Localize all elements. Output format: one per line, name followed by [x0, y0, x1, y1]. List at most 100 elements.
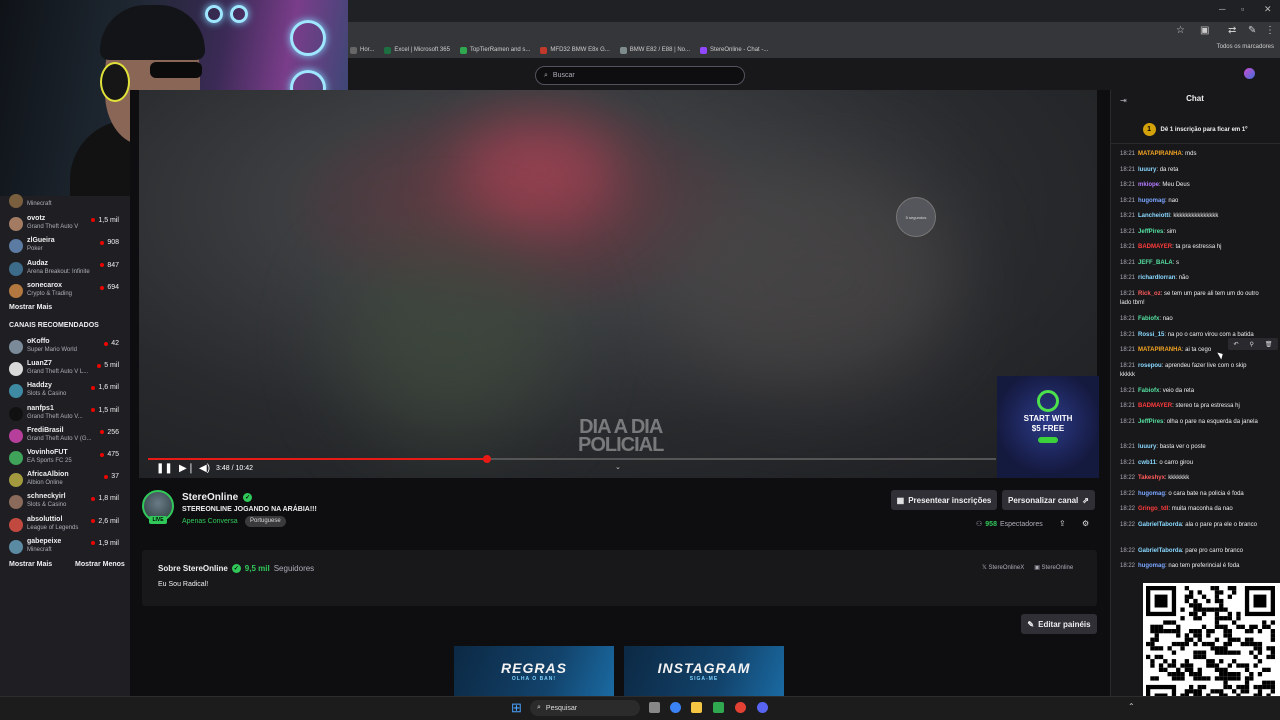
message-user[interactable]: Gringo_tdl — [1138, 506, 1168, 512]
sidebar-channel[interactable]: Haddzy Slots & Casino 1,6 mil — [0, 380, 130, 402]
language-tag[interactable]: Portuguese — [245, 516, 286, 527]
channel-game: Grand Theft Auto V L... — [27, 369, 89, 376]
panel-rules[interactable]: REGRAS OLHA O BAN! — [454, 646, 614, 696]
bookmark-item[interactable]: BMW E82 / E88 | No... — [619, 46, 690, 54]
search-input[interactable]: ⌕ Buscar — [535, 66, 745, 85]
sidebar-channel[interactable]: oKoffo Super Mario World 42 — [0, 336, 130, 358]
sidebar-channel[interactable]: sonecarox Crypto & Trading 694 — [0, 280, 130, 302]
channel-name[interactable]: StereOnline ✓ — [182, 492, 253, 503]
show-more-button[interactable]: Mostrar Mais — [9, 304, 52, 311]
maximize-icon[interactable]: ▫ — [1241, 4, 1244, 14]
menu-dots-icon[interactable]: ⋮ — [1265, 26, 1275, 36]
bookmark-item[interactable]: Hor... — [350, 46, 374, 54]
pause-icon[interactable]: ❚❚ — [156, 463, 173, 474]
message-user[interactable]: cwb11 — [1138, 460, 1156, 466]
message-user[interactable]: BADMAYER — [1138, 403, 1172, 409]
close-window-icon[interactable]: ✕ — [1264, 4, 1272, 15]
file-explorer-icon[interactable] — [691, 702, 702, 713]
message-user[interactable]: Fabiofx — [1138, 316, 1159, 322]
panel-instagram[interactable]: INSTAGRAM SIGA-ME — [624, 646, 784, 696]
delete-icon[interactable]: 🗑 — [1265, 341, 1273, 348]
discord-icon[interactable] — [757, 702, 768, 713]
message-user[interactable]: mkiope — [1138, 182, 1159, 188]
sidebar-channel[interactable]: zlGueira Poker 908 — [0, 235, 130, 257]
message-user[interactable]: GabrielTaborda — [1138, 548, 1182, 554]
taskbar-search[interactable]: ⌕ Pesquisar — [530, 700, 640, 716]
stream-category[interactable]: Apenas Conversa — [182, 518, 238, 525]
message-user[interactable]: BADMAYER — [1138, 244, 1172, 250]
ad-cta-button[interactable] — [1038, 437, 1058, 443]
rgb-fan-icon — [230, 5, 248, 23]
sidebar-channel[interactable]: nanfps1 Grand Theft Auto V... 1,5 mil — [0, 403, 130, 425]
reply-icon[interactable]: ↶ — [1233, 341, 1238, 348]
message-user[interactable]: MATAPIRANHA — [1138, 151, 1182, 157]
message-user[interactable]: Takeshyx — [1138, 475, 1165, 481]
chevron-up-icon[interactable]: ⌃ — [1128, 702, 1135, 711]
message-text: nao — [1168, 198, 1179, 204]
edit-panels-button[interactable]: ✎ Editar painéis — [1021, 614, 1097, 634]
chat-gift-promo[interactable]: 1 Dê 1 inscrição para ficar em 1º — [1110, 116, 1280, 144]
sidebar-channel[interactable]: ovotz Grand Theft Auto V 1,5 mil — [0, 213, 130, 235]
user-avatar[interactable] — [1244, 68, 1255, 79]
pen-icon[interactable]: ✎ — [1248, 26, 1258, 36]
message-user[interactable]: hugomag — [1138, 563, 1165, 569]
message-user[interactable]: JEFF_BALA — [1138, 260, 1173, 266]
sidebar-channel[interactable]: gabepeixe Minecraft 1,9 mil — [0, 536, 130, 558]
message-user[interactable]: richardlorran — [1138, 275, 1175, 281]
message-text: stereo ta pra estressa hj — [1175, 403, 1240, 409]
user-settings-icon[interactable]: ⚙ — [1082, 519, 1089, 528]
message-user[interactable]: Rossi_15 — [1138, 332, 1164, 338]
gift-subs-button[interactable]: ▦ Presentear inscrições — [891, 490, 997, 510]
bookmark-item[interactable]: Excel | Microsoft 365 — [384, 46, 450, 54]
bookmark-item[interactable]: StereOnline - Chat -... — [700, 46, 768, 54]
minimize-icon[interactable]: ─ — [1219, 4, 1225, 14]
sidebar-channel[interactable]: Audaz Arena Breakout: Infinite 847 — [0, 258, 130, 280]
next-icon[interactable]: ▶❘ — [179, 463, 195, 474]
bookmarks-bar: Hor... Excel | Microsoft 365 TopTierRamen … — [348, 42, 1280, 58]
rgb-fan-icon — [205, 5, 223, 23]
x-link[interactable]: 𝕏 StereOnlineX — [982, 564, 1024, 571]
bookmark-item[interactable]: MFD32 BMW E8x G... — [540, 46, 610, 54]
edge-icon[interactable] — [670, 702, 681, 713]
chat-message: 18:21 BADMAYER: stereo ta pra estressa hj — [1120, 402, 1260, 411]
chevron-down-icon[interactable]: ⌄ — [615, 463, 621, 471]
task-view-icon[interactable] — [649, 702, 660, 713]
pin-icon[interactable]: ⚲ — [1249, 341, 1253, 348]
message-user[interactable]: luuury — [1138, 444, 1156, 450]
bookmark-star-icon[interactable]: ☆ — [1176, 26, 1186, 36]
extensions-icon[interactable]: ▣ — [1200, 26, 1210, 36]
all-bookmarks-link[interactable]: Todos os marcadores — [1217, 44, 1274, 50]
show-less-button[interactable]: Mostrar Menos — [75, 561, 125, 568]
message-user[interactable]: Fabiofx — [1138, 388, 1159, 394]
address-bar[interactable] — [348, 22, 1280, 42]
sidebar-channel[interactable]: VovinhoFUT EA Sports FC 25 475 — [0, 447, 130, 469]
share-icon[interactable]: ⇪ — [1059, 519, 1066, 528]
sponsor-ad[interactable]: START WITH $5 FREE — [997, 376, 1099, 478]
sidebar-channel[interactable]: absoluttiol League of Legends 2,6 mil — [0, 514, 130, 536]
message-user[interactable]: Lancheiotti — [1138, 213, 1170, 219]
message-user[interactable]: hugomag — [1138, 198, 1165, 204]
volume-icon[interactable]: ◀) — [199, 463, 210, 474]
app-icon[interactable] — [713, 702, 724, 713]
sidebar-channel[interactable]: Minecraft — [0, 190, 130, 212]
social-link[interactable]: ▣ StereOnline — [1034, 564, 1073, 571]
message-user[interactable]: Rick_oz — [1138, 291, 1161, 297]
sidebar-channel[interactable]: schneckyirl Slots & Casino 1,8 mil — [0, 491, 130, 513]
windows-start-icon[interactable]: ⊞ — [511, 700, 522, 716]
chrome-icon[interactable] — [735, 702, 746, 713]
sidebar-channel[interactable]: LuanZ7 Grand Theft Auto V L... 5 mil — [0, 358, 130, 380]
sidebar-channel[interactable]: AfricaAlbion Albion Online 37 — [0, 469, 130, 491]
viewer-count: 475 — [100, 451, 119, 458]
message-user[interactable]: JeffPires — [1138, 229, 1163, 235]
message-user[interactable]: hugomag — [1138, 491, 1165, 497]
message-user[interactable]: GabrielTaborda — [1138, 522, 1182, 528]
sidebar-toggle-icon[interactable]: ⇄ — [1228, 26, 1238, 36]
message-user[interactable]: rosepou — [1138, 363, 1162, 369]
message-user[interactable]: luuury — [1138, 167, 1156, 173]
customize-channel-button[interactable]: Personalizar canal ⇗ — [1002, 490, 1095, 510]
message-user[interactable]: MATAPIRANHA — [1138, 347, 1182, 353]
message-user[interactable]: JeffPires — [1138, 419, 1163, 425]
sidebar-channel[interactable]: FrediBrasil Grand Theft Auto V (G... 256 — [0, 425, 130, 447]
show-more-button-2[interactable]: Mostrar Mais — [9, 561, 52, 568]
bookmark-item[interactable]: TopTierRamen and s... — [459, 46, 530, 54]
